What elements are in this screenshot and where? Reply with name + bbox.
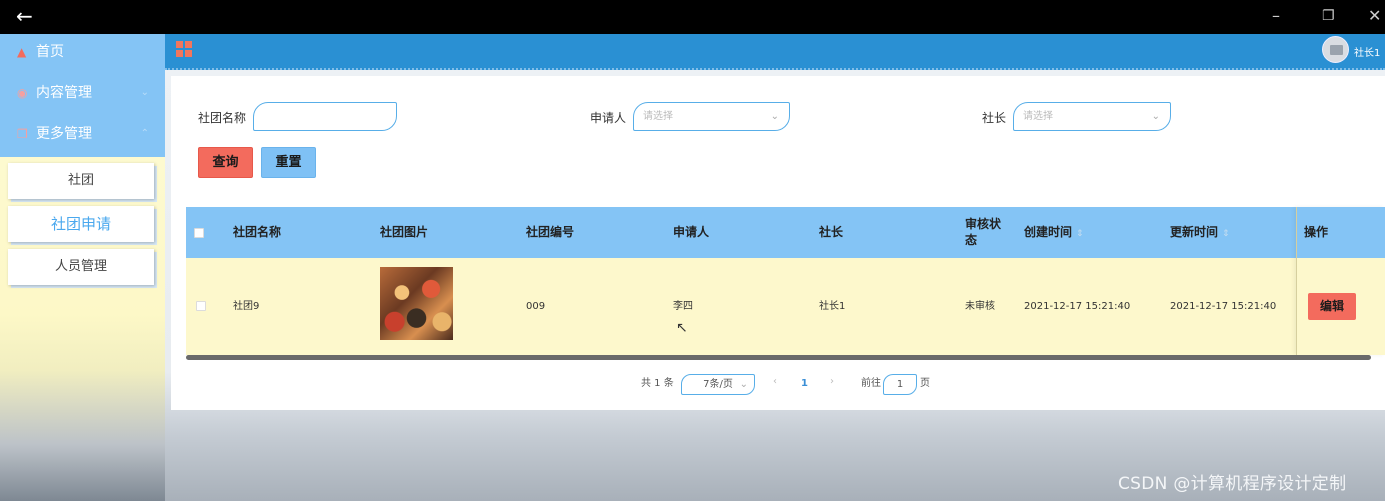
column-applicant: 申请人 bbox=[673, 225, 710, 239]
window-titlebar: ← – ❐ ✕ bbox=[0, 0, 1385, 34]
chevron-down-icon: ⌄ bbox=[140, 87, 149, 98]
club-name-label: 社团名称 bbox=[198, 111, 247, 125]
minimize-icon[interactable]: – bbox=[1272, 6, 1280, 26]
chevron-down-icon: ⌄ bbox=[770, 111, 779, 122]
sidebar-item-label: 内容管理 bbox=[36, 85, 92, 101]
horizontal-scrollbar[interactable] bbox=[186, 355, 1371, 360]
column-status-line2: 态 bbox=[965, 233, 978, 247]
prev-page-icon[interactable]: ‹ bbox=[773, 376, 777, 387]
goto-page-input[interactable]: 1 bbox=[883, 374, 917, 395]
column-club-image: 社团图片 bbox=[380, 225, 429, 239]
cell-applicant: 李四 bbox=[673, 301, 693, 312]
column-club-name: 社团名称 bbox=[233, 225, 282, 239]
pagination-total: 共 1 条 bbox=[641, 378, 674, 389]
column-club-number: 社团编号 bbox=[526, 225, 575, 239]
page-number-current[interactable]: 1 bbox=[801, 378, 808, 389]
watermark: CSDN @计算机程序设计定制 bbox=[1118, 474, 1347, 494]
next-page-icon[interactable]: › bbox=[830, 376, 834, 387]
column-president: 社长 bbox=[819, 225, 844, 239]
chevron-up-icon: ⌃ bbox=[140, 128, 149, 139]
content-icon: ◉ bbox=[17, 86, 28, 100]
applicant-placeholder: 请选择 bbox=[643, 111, 673, 122]
club-name-input[interactable] bbox=[253, 102, 397, 131]
sidebar-item-content[interactable]: ◉ 内容管理 ⌄ bbox=[0, 75, 165, 116]
sidebar-item-label: 更多管理 bbox=[36, 126, 92, 142]
edit-button[interactable]: 编辑 bbox=[1308, 293, 1356, 320]
cell-club-name: 社团9 bbox=[233, 301, 260, 312]
chevron-down-icon: ⌄ bbox=[739, 379, 748, 390]
table-row: 社团9 009 李四 社长1 未审核 2021-12-17 15:21:40 2… bbox=[186, 258, 1385, 355]
grid-icon[interactable] bbox=[176, 41, 192, 57]
more-icon: ❐ bbox=[17, 127, 28, 141]
sidebar-item-more[interactable]: ❐ 更多管理 ⌃ bbox=[0, 116, 165, 157]
topbar: 社长1 bbox=[165, 34, 1385, 70]
sort-icon[interactable]: ⇕ bbox=[1076, 229, 1084, 239]
reset-button[interactable]: 重置 bbox=[261, 147, 316, 178]
page-size-value: 7条/页 bbox=[703, 379, 733, 390]
column-status: 审核状 态 bbox=[965, 207, 1001, 258]
goto-suffix: 页 bbox=[920, 378, 930, 389]
restore-icon[interactable]: ❐ bbox=[1322, 6, 1335, 26]
applicant-label: 申请人 bbox=[590, 111, 627, 125]
column-created-label: 创建时间 bbox=[1024, 225, 1073, 239]
column-status-line1: 审核状 bbox=[965, 217, 1002, 231]
sidebar-item-label: 首页 bbox=[36, 44, 64, 60]
close-icon[interactable]: ✕ bbox=[1368, 6, 1381, 26]
mouse-cursor-icon: ↖ bbox=[676, 320, 688, 336]
select-all-checkbox[interactable] bbox=[194, 228, 204, 238]
column-created-time[interactable]: 创建时间 ⇕ bbox=[1024, 207, 1084, 258]
president-label: 社长 bbox=[982, 111, 1007, 125]
sidebar-subitem-club-application[interactable]: 社团申请 bbox=[8, 206, 154, 242]
goto-prefix: 前往 bbox=[861, 378, 881, 389]
arrow-left-icon[interactable]: ← bbox=[16, 4, 33, 28]
home-icon: ▲ bbox=[17, 45, 27, 59]
sidebar-item-home[interactable]: ▲ 首页 bbox=[0, 34, 165, 75]
cell-updated-time: 2021-12-17 15:21:40 bbox=[1170, 301, 1277, 312]
username[interactable]: 社长1 bbox=[1354, 44, 1380, 59]
cell-created-time: 2021-12-17 15:21:40 bbox=[1024, 301, 1131, 312]
applicant-select[interactable]: 请选择 ⌄ bbox=[633, 102, 790, 131]
row-checkbox[interactable] bbox=[196, 301, 206, 311]
sort-icon[interactable]: ⇕ bbox=[1222, 229, 1230, 239]
actions-column-fixed bbox=[1296, 207, 1385, 355]
president-select[interactable]: 请选择 ⌄ bbox=[1013, 102, 1171, 131]
table-header: 社团名称 社团图片 社团编号 申请人 社长 审核状 态 创建时间 ⇕ 更新时间 ⇕ … bbox=[186, 207, 1385, 258]
sidebar-subitem-member-management[interactable]: 人员管理 bbox=[8, 249, 154, 285]
cell-status: 未审核 bbox=[965, 301, 995, 312]
sidebar-subitem-club[interactable]: 社团 bbox=[8, 163, 154, 199]
column-updated-label: 更新时间 bbox=[1170, 225, 1219, 239]
avatar-icon[interactable] bbox=[1322, 36, 1349, 63]
cell-club-number: 009 bbox=[526, 301, 546, 312]
query-button[interactable]: 查询 bbox=[198, 147, 253, 178]
sidebar: ▲ 首页 ◉ 内容管理 ⌄ ❐ 更多管理 ⌃ 社团 社团申请 人员管理 bbox=[0, 34, 165, 501]
president-placeholder: 请选择 bbox=[1023, 111, 1053, 122]
cell-president: 社长1 bbox=[819, 301, 846, 312]
club-image[interactable] bbox=[380, 267, 453, 340]
submenu: 社团 社团申请 人员管理 bbox=[0, 157, 165, 285]
column-updated-time[interactable]: 更新时间 ⇕ bbox=[1170, 207, 1230, 258]
chevron-down-icon: ⌄ bbox=[1151, 111, 1160, 122]
page-size-select[interactable]: 7条/页 ⌄ bbox=[681, 374, 755, 395]
